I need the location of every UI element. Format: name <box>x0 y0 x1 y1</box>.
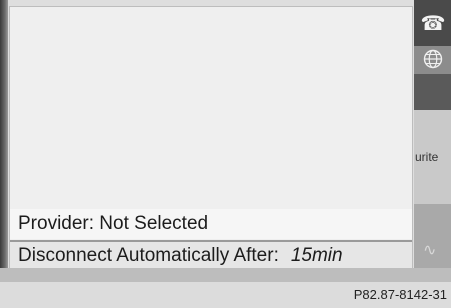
disconnect-label: Disconnect Automatically After: <box>18 244 279 266</box>
popup-empty-area <box>10 7 412 207</box>
provider-row[interactable]: Provider: Not Selected <box>10 209 412 239</box>
phone-icon: ☎ <box>420 11 446 35</box>
map-icon: ∿ <box>423 240 437 259</box>
disconnect-value: 15min <box>290 244 343 266</box>
settings-popup: Provider: Not Selected Disconnect Automa… <box>9 6 413 269</box>
screen-frame: Provider: Not Selected Disconnect Automa… <box>0 0 451 282</box>
image-reference-code: P82.87-8142-31 <box>353 287 447 302</box>
side-menu-item-dark[interactable] <box>414 74 451 110</box>
provider-label: Provider: Not Selected <box>18 213 209 234</box>
bottom-bezel <box>0 268 451 282</box>
globe-icon <box>423 49 443 69</box>
favourite-label: urite <box>415 150 439 164</box>
left-bezel <box>0 0 8 268</box>
right-side-menu: ☎ urite ∿ <box>414 0 451 268</box>
disconnect-automatically-row[interactable]: Disconnect Automatically After: 15min <box>10 240 412 269</box>
